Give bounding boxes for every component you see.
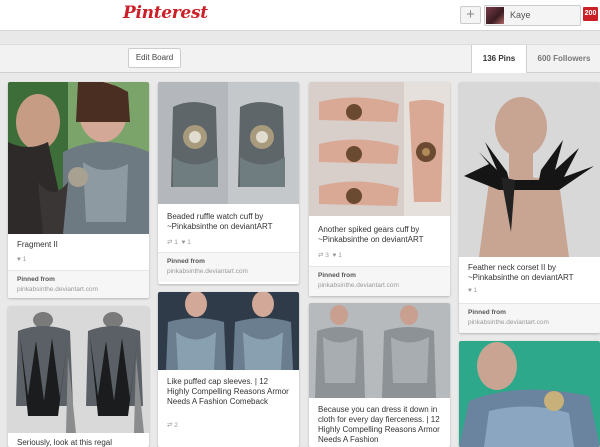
pin-stats: ♥ 1 [468,287,477,294]
pin-description: Like puffed cap sleeves. | 12 Highly Com… [167,377,289,406]
repin-count: 1 [174,239,178,246]
pin-card[interactable]: Seriously, look at this regal [8,306,149,447]
pin-image [8,306,149,433]
repin-count: 3 [325,252,329,259]
pin-stats: ⇄ 3 ♥ 1 [318,251,342,259]
pin-image [158,292,299,370]
pin-source: Pinned from pinkabsinthe.deviantart.com [459,303,600,333]
user-name: Kaye [510,10,531,20]
pin-stats: ⇄ 1 ♥ 1 [167,238,191,246]
edit-board-button[interactable]: Edit Board [128,48,181,68]
board-toolbar: Edit Board 136 Pins 600 Followers [0,44,600,73]
pin-source: Pinned from pinkabsinthe.deviantart.com [8,270,149,298]
pinned-from-label: Pinned from [318,272,356,279]
pin-stats: ⇄ 2 [167,421,178,429]
pin-card[interactable]: Because you can dress it down in cloth f… [309,303,450,447]
source-link[interactable]: pinkabsinthe.deviantart.com [167,268,248,275]
pinterest-logo[interactable]: Pinterest [123,3,208,23]
pin-image [8,82,149,234]
tab-followers[interactable]: 600 Followers [530,45,598,73]
like-count: 1 [473,287,478,294]
pin-description: Fragment II [17,240,58,249]
pin-stats: ♥ 1 [17,256,26,263]
pin-card[interactable]: Beaded ruffle watch cuff by ~Pinkabsinth… [158,82,299,284]
repin-icon: ⇄ [167,239,173,246]
like-count: 1 [22,256,27,263]
pin-card[interactable] [459,341,600,447]
pin-image [158,82,299,204]
pin-card[interactable]: Like puffed cap sleeves. | 12 Highly Com… [158,292,299,447]
heart-icon: ♥ [181,239,186,246]
pin-description: Seriously, look at this regal [17,438,113,447]
add-pin-button[interactable]: + [460,6,481,24]
pinned-from-label: Pinned from [17,276,55,283]
like-count: 1 [338,252,342,259]
pin-description: Because you can dress it down in cloth f… [318,405,440,444]
repin-icon: ⇄ [167,422,173,429]
top-nav-bar: Pinterest + Kaye 200 [0,0,600,31]
heart-icon: ♥ [332,252,337,259]
pin-card[interactable]: Another spiked gears cuff by ~Pinkabsint… [309,82,450,296]
pinned-from-label: Pinned from [167,258,205,265]
pin-card[interactable]: Feather neck corset II by ~Pinkabsinthe … [459,82,600,333]
pin-source: Pinned from pinkabsinthe.deviantart.com [309,266,450,296]
repin-count: 2 [174,422,178,429]
pin-description: Beaded ruffle watch cuff by ~Pinkabsinth… [167,212,273,231]
user-menu[interactable]: Kaye [484,5,581,26]
pin-image [459,82,600,257]
pin-image [309,303,450,398]
heart-icon: ♥ [468,287,472,294]
source-link[interactable]: pinkabsinthe.deviantart.com [318,282,399,289]
avatar [486,7,504,24]
source-link[interactable]: pinkabsinthe.deviantart.com [17,286,98,293]
pinned-from-label: Pinned from [468,309,506,316]
pin-source: Pinned from pinkabsinthe.deviantart.com [158,252,299,282]
heart-icon: ♥ [17,256,21,263]
like-count: 1 [187,239,191,246]
pin-card[interactable]: Fragment II ♥ 1 Pinned from pinkabsinthe… [8,82,149,298]
repin-icon: ⇄ [318,252,324,259]
pin-description: Feather neck corset II by ~Pinkabsinthe … [468,263,574,282]
tab-pins[interactable]: 136 Pins [471,45,527,73]
pin-image [309,82,450,216]
source-link[interactable]: pinkabsinthe.deviantart.com [468,319,549,326]
pin-image [459,341,600,447]
notification-badge[interactable]: 200 [583,7,598,21]
pin-description: Another spiked gears cuff by ~Pinkabsint… [318,225,424,244]
